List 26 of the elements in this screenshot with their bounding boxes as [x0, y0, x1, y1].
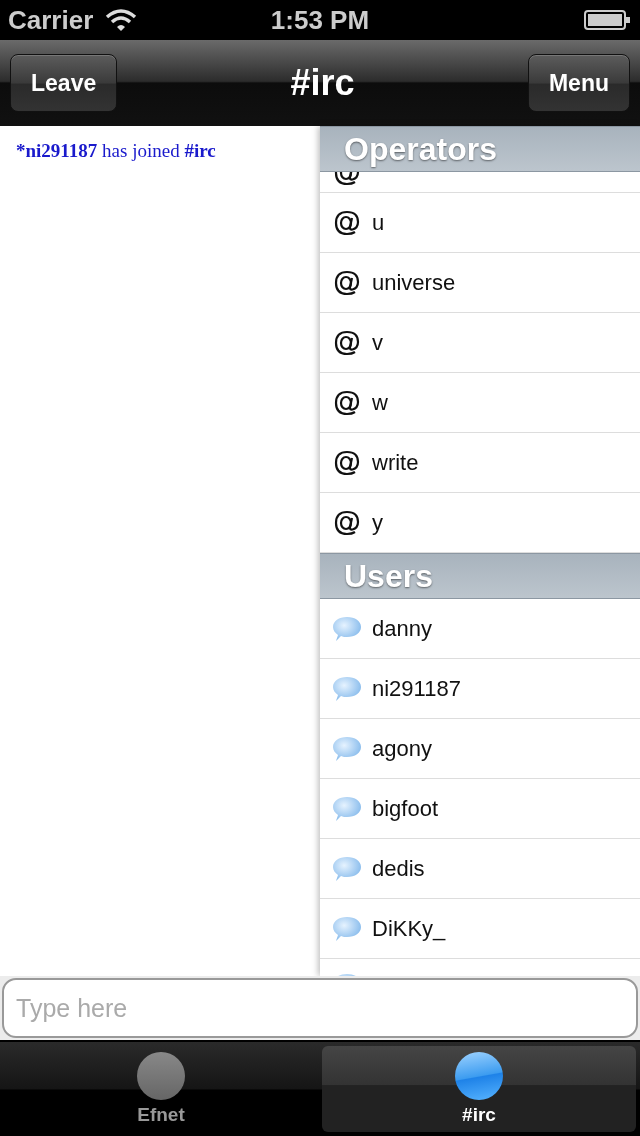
- battery-icon: [584, 9, 632, 31]
- orb-icon: [137, 1052, 185, 1100]
- clock-time: 1:53 PM: [270, 4, 370, 36]
- wifi-icon: [105, 8, 138, 32]
- user-row[interactable]: agony: [320, 719, 640, 779]
- user-row[interactable]: bigfoot: [320, 779, 640, 839]
- tab[interactable]: Efnet: [4, 1046, 318, 1132]
- channel-title: #irc: [290, 62, 355, 104]
- section-header: Operators: [320, 126, 640, 172]
- user-row[interactable]: v: [320, 313, 640, 373]
- user-row[interactable]: u: [320, 193, 640, 253]
- tab[interactable]: #irc: [322, 1046, 636, 1132]
- leave-button[interactable]: Leave: [10, 54, 118, 112]
- user-row[interactable]: DiKKy_: [320, 899, 640, 959]
- chat-message: *ni291187 has joined #irc: [16, 140, 217, 162]
- user-row[interactable]: universe: [320, 253, 640, 313]
- user-row[interactable]: write: [320, 433, 640, 493]
- section-header: Users: [320, 553, 640, 599]
- user-row[interactable]: ni291187: [320, 659, 640, 719]
- menu-button[interactable]: Menu: [527, 54, 630, 112]
- orb-icon: [455, 1052, 503, 1100]
- user-row[interactable]: danny: [320, 599, 640, 659]
- user-row[interactable]: dedis: [320, 839, 640, 899]
- user-row[interactable]: w: [320, 373, 640, 433]
- message-input-field[interactable]: Type here: [2, 978, 638, 1038]
- carrier-label: Carrier: [8, 4, 94, 36]
